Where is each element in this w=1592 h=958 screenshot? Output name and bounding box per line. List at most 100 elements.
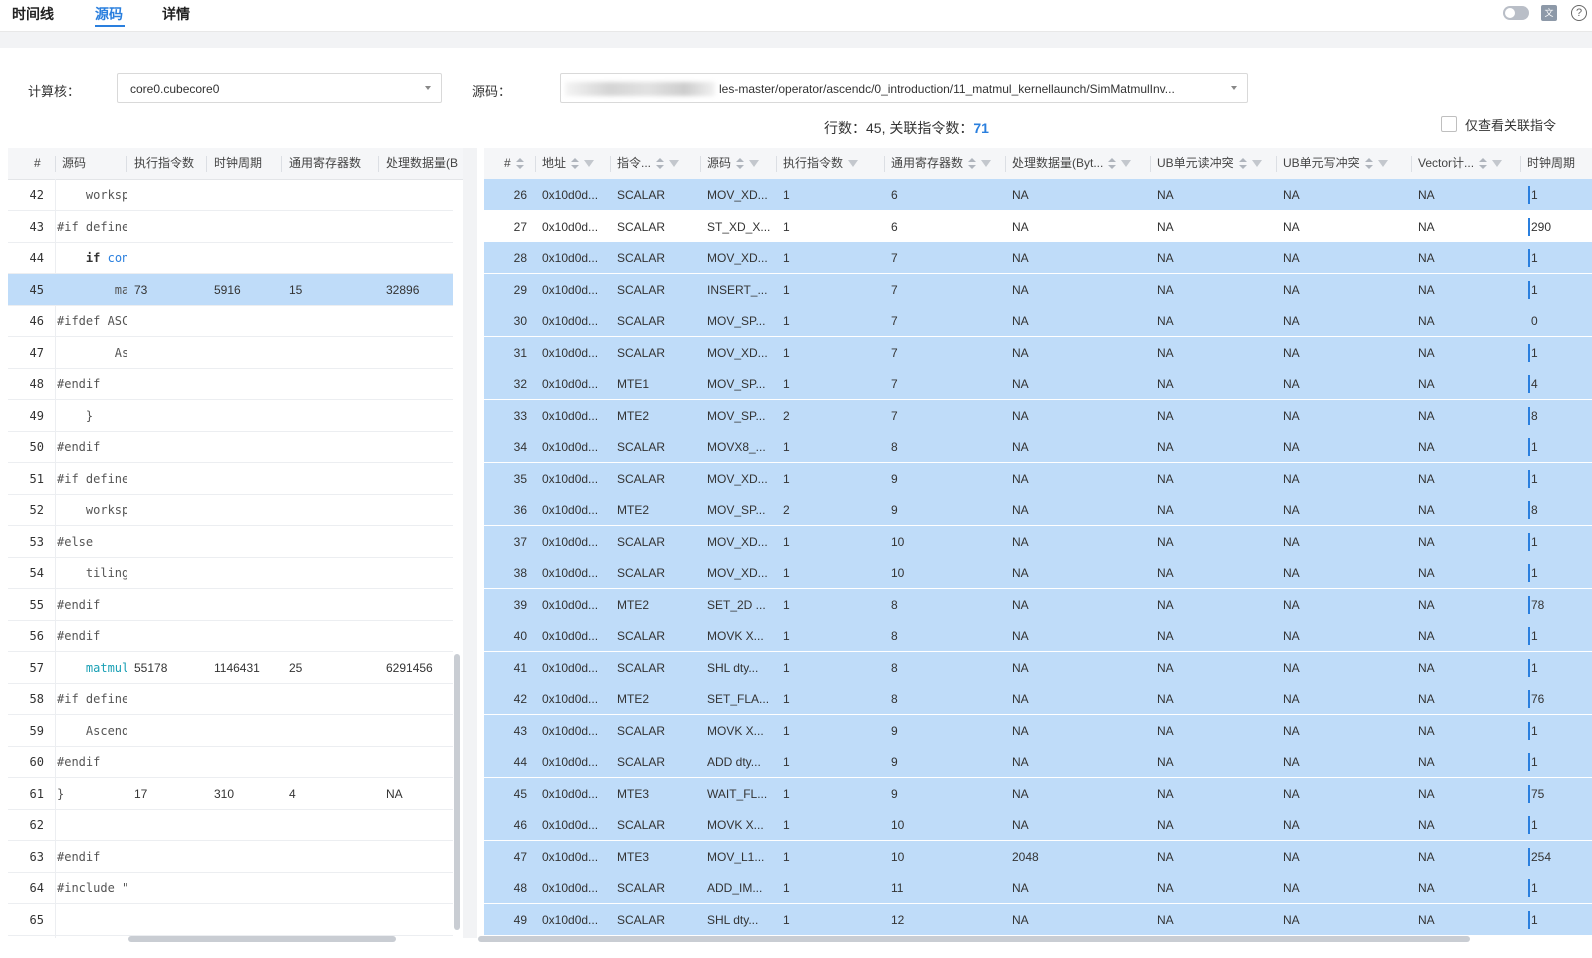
theme-toggle-switch[interactable] xyxy=(1503,6,1529,20)
filter-icon[interactable] xyxy=(1251,160,1262,168)
source-line-row[interactable]: 59 Ascend xyxy=(8,715,453,747)
core-select[interactable]: core0.cubecore0 xyxy=(117,73,442,103)
sort-icon[interactable] xyxy=(1364,157,1373,170)
source-line-row[interactable]: 49 } xyxy=(8,400,453,432)
col-header-cycles[interactable]: 时钟周期 xyxy=(214,148,262,179)
instruction-row[interactable]: 38 0x10d0d... SCALAR MOV_XD... 1 10 NA NA NA NA 1 xyxy=(484,557,1592,589)
col-header-exec-count[interactable]: 执行指令数 xyxy=(783,148,859,179)
col-header-instr-source[interactable]: 源码 xyxy=(707,148,760,179)
source-line-row[interactable]: 53 #else xyxy=(8,526,453,558)
filter-icon[interactable] xyxy=(848,160,859,168)
col-header-index[interactable]: # xyxy=(504,148,524,179)
instruction-row[interactable]: 31 0x10d0d... SCALAR MOV_XD... 1 7 NA NA NA NA 1 xyxy=(484,336,1592,369)
filter-icon[interactable] xyxy=(1121,160,1132,168)
col-header-ub-read-conflict[interactable]: UB单元读冲突 xyxy=(1157,148,1262,179)
filter-icon[interactable] xyxy=(1492,160,1503,168)
sort-icon[interactable] xyxy=(1479,157,1488,170)
help-icon[interactable]: ? xyxy=(1571,5,1587,21)
instruction-row[interactable]: 33 0x10d0d... MTE2 MOV_SP... 2 7 NA NA NA NA 8 xyxy=(484,399,1592,432)
col-header-vector[interactable]: Vector计... xyxy=(1418,148,1503,179)
instruction-row[interactable]: 41 0x10d0d... SCALAR SHL dty... 1 8 NA NA NA NA 1 xyxy=(484,651,1592,684)
source-line-row[interactable]: 42 worksp xyxy=(8,179,453,211)
instruction-row[interactable]: 28 0x10d0d... SCALAR MOV_XD... 1 7 NA NA NA NA 1 xyxy=(484,242,1592,274)
sort-icon[interactable] xyxy=(736,157,745,170)
col-header-exec-count[interactable]: 执行指令数 xyxy=(134,148,194,179)
source-line-row[interactable]: 43 #if define xyxy=(8,211,453,243)
instruction-row[interactable]: 47 0x10d0d... MTE3 MOV_L1... 1 10 2048 NA NA NA 25… xyxy=(484,840,1592,873)
sort-icon[interactable] xyxy=(571,157,580,170)
source-line-row[interactable]: 63 #endif xyxy=(8,841,453,873)
col-header-line[interactable]: # xyxy=(34,148,41,179)
instruction-row[interactable]: 32 0x10d0d... MTE1 MOV_SP... 1 7 NA NA NA NA 4 xyxy=(484,368,1592,400)
instruction-row[interactable]: 48 0x10d0d... SCALAR ADD_IM... 1 11 NA NA NA NA 1 xyxy=(484,872,1592,904)
only-related-label[interactable]: 仅查看关联指令 xyxy=(1465,115,1556,134)
instruction-row[interactable]: 26 0x10d0d... SCALAR MOV_XD... 1 6 NA NA NA NA 1 xyxy=(484,179,1592,211)
address-cell: 0x10d0d... xyxy=(542,345,599,360)
instruction-table-h-scrollbar[interactable] xyxy=(478,936,1470,942)
gp-registers-cell: 6 xyxy=(891,188,898,202)
source-line-row[interactable]: 45 ma 73 5916 15 32896 xyxy=(8,273,453,306)
instruction-row[interactable]: 36 0x10d0d... MTE2 MOV_SP... 2 9 NA NA NA NA 8 xyxy=(484,494,1592,526)
instruction-row[interactable]: 43 0x10d0d... SCALAR MOVK X... 1 9 NA NA NA NA 1 xyxy=(484,714,1592,747)
instruction-row[interactable]: 44 0x10d0d... SCALAR ADD dty... 1 9 NA NA NA NA 1 xyxy=(484,746,1592,778)
clock-cycles-bar xyxy=(1528,816,1530,834)
language-icon[interactable]: 文 xyxy=(1541,5,1557,21)
source-line-row[interactable]: 46 #ifdef ASC xyxy=(8,305,453,337)
col-header-address[interactable]: 地址 xyxy=(542,148,595,179)
only-related-checkbox[interactable] xyxy=(1441,116,1457,132)
instruction-row[interactable]: 42 0x10d0d... MTE2 SET_FLA... 1 8 NA NA NA NA 76 xyxy=(484,683,1592,715)
instruction-row[interactable]: 34 0x10d0d... SCALAR MOVX8_... 1 8 NA NA NA NA 1 xyxy=(484,431,1592,463)
col-header-source[interactable]: 源码 xyxy=(62,148,86,179)
col-header-data-size[interactable]: 处理数据量(B xyxy=(386,148,458,179)
col-header-ub-write-conflict[interactable]: UB单元写冲突 xyxy=(1283,148,1388,179)
source-line-row[interactable]: 52 worksp xyxy=(8,494,453,526)
instruction-row[interactable]: 29 0x10d0d... SCALAR INSERT_... 1 7 NA NA NA NA 1 xyxy=(484,273,1592,306)
col-header-pipe[interactable]: 指令... xyxy=(617,148,680,179)
sort-icon[interactable] xyxy=(1238,157,1247,170)
instruction-row[interactable]: 45 0x10d0d... MTE3 WAIT_FL... 1 9 NA NA NA NA 75 xyxy=(484,777,1592,810)
sort-icon[interactable] xyxy=(515,157,524,170)
col-header-gp-registers[interactable]: 通用寄存器数 xyxy=(891,148,992,179)
tab-details[interactable]: 详情 xyxy=(162,4,190,24)
source-line-row[interactable]: 47 As xyxy=(8,337,453,369)
source-line-row[interactable]: 48 #endif xyxy=(8,368,453,400)
col-header-clock-cycles[interactable]: 时钟周期 xyxy=(1527,148,1575,179)
source-line-row[interactable]: 65 xyxy=(8,904,453,936)
source-line-row[interactable]: 62 xyxy=(8,809,453,841)
source-line-row[interactable]: 50 #endif xyxy=(8,431,453,463)
instruction-row[interactable]: 49 0x10d0d... SCALAR SHL dty... 1 12 NA NA NA NA 1 xyxy=(484,903,1592,936)
filter-icon[interactable] xyxy=(1377,160,1388,168)
col-header-gp-registers[interactable]: 通用寄存器数 xyxy=(289,148,361,179)
sort-icon[interactable] xyxy=(656,157,665,170)
instruction-row[interactable]: 40 0x10d0d... SCALAR MOVK X... 1 8 NA NA NA NA 1 xyxy=(484,620,1592,652)
filter-icon[interactable] xyxy=(669,160,680,168)
filter-icon[interactable] xyxy=(981,160,992,168)
instruction-row[interactable]: 46 0x10d0d... SCALAR MOVK X... 1 10 NA NA NA NA 1 xyxy=(484,809,1592,841)
instruction-row[interactable]: 27 0x10d0d... SCALAR ST_XD_X... 1 6 NA NA NA NA 29… xyxy=(484,210,1592,243)
instruction-row[interactable]: 37 0x10d0d... SCALAR MOV_XD... 1 10 NA NA NA NA 1 xyxy=(484,525,1592,558)
source-line-row[interactable]: 44 if con xyxy=(8,242,453,274)
source-line-row[interactable]: 51 #if define xyxy=(8,463,453,495)
col-header-data-size[interactable]: 处理数据量(Byt... xyxy=(1012,148,1132,179)
source-line-row[interactable]: 61} 17 310 4 NA xyxy=(8,778,453,810)
tab-timeline[interactable]: 时间线 xyxy=(12,4,54,24)
sort-icon[interactable] xyxy=(1108,157,1117,170)
source-line-row[interactable]: 57 matmul 55178 1146431 25 6291456 xyxy=(8,652,453,684)
source-line-row[interactable]: 60 #endif xyxy=(8,746,453,778)
source-table-h-scrollbar[interactable] xyxy=(128,936,396,942)
filter-icon[interactable] xyxy=(584,160,595,168)
source-line-row[interactable]: 54 tiling xyxy=(8,557,453,589)
instruction-row[interactable]: 39 0x10d0d... MTE2 SET_2D ... 1 8 NA NA NA NA 78 xyxy=(484,588,1592,621)
instruction-row[interactable]: 30 0x10d0d... SCALAR MOV_SP... 1 7 NA NA NA NA 0 xyxy=(484,305,1592,337)
tab-source[interactable]: 源码 xyxy=(95,4,123,24)
sort-icon[interactable] xyxy=(968,157,977,170)
source-line-row[interactable]: 55 #endif xyxy=(8,589,453,621)
source-line-row[interactable]: 64 #include " xyxy=(8,872,453,904)
source-line-row[interactable]: 58 #if define xyxy=(8,683,453,715)
source-table-v-scrollbar[interactable] xyxy=(454,654,460,930)
filter-icon[interactable] xyxy=(749,160,760,168)
source-file-select[interactable]: les-master/operator/ascendc/0_introducti… xyxy=(560,73,1248,103)
pane-splitter[interactable] xyxy=(463,148,477,938)
instruction-row[interactable]: 35 0x10d0d... SCALAR MOV_XD... 1 9 NA NA NA NA 1 xyxy=(484,462,1592,495)
source-line-row[interactable]: 56 #endif xyxy=(8,620,453,652)
